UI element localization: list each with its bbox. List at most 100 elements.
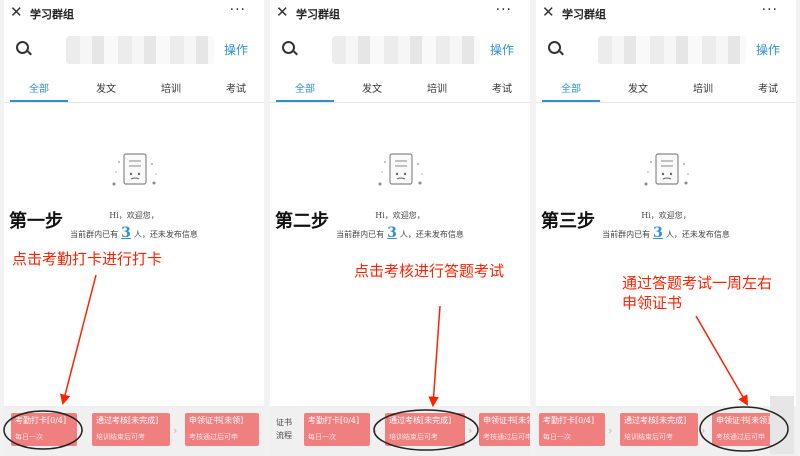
close-icon[interactable]: ✕ (10, 3, 23, 21)
status-prefix: 当前群内已有 (602, 230, 651, 239)
screen-panel-step-1: ✕ 学习群组 ··· 操作 全部 发文 培训 考试 第一步 Hi，欢迎您， 当前… (4, 0, 264, 456)
member-count: 3 (387, 225, 397, 241)
attendance-card[interactable]: 考勤打卡[0/4] 每日一次 (304, 413, 370, 446)
active-tab-indicator (276, 100, 334, 102)
annotation-text: 点击考勤打卡进行打卡 (12, 250, 163, 268)
search-row: 操作 (536, 28, 796, 70)
search-row: 操作 (270, 28, 530, 70)
attendance-card[interactable]: 考勤打卡[0/4] 每日一次 (11, 413, 77, 446)
exam-card[interactable]: 通过考核[未完成] 培训结束后可考 (620, 413, 698, 446)
attendance-card[interactable]: 考勤打卡[0/4] 每日一次 (539, 413, 605, 446)
title-bar: ✕ 学习群组 ··· (270, 0, 530, 28)
action-button[interactable]: 操作 (224, 41, 248, 58)
tab-training[interactable]: 培训 (427, 80, 447, 95)
card-title: 申领证书[未领] (716, 416, 771, 425)
tab-training[interactable]: 培训 (693, 80, 713, 95)
member-status: 当前群内已有 3 人，还未发布信息 (4, 225, 264, 241)
member-status: 当前群内已有 3 人，还未发布信息 (536, 225, 796, 241)
tab-articles[interactable]: 发文 (362, 80, 382, 95)
tab-all[interactable]: 全部 (29, 80, 49, 95)
search-icon[interactable] (548, 41, 561, 54)
more-icon[interactable]: ··· (230, 2, 246, 18)
card-subtitle: 每日一次 (543, 433, 571, 441)
certificate-card[interactable]: 申领证书[未领] 考核通过后可申 (712, 413, 778, 446)
active-tab-indicator (10, 100, 68, 102)
more-icon[interactable]: ··· (496, 2, 512, 18)
annotation-text: 通过答题考试一周左右申领证书 (622, 274, 773, 312)
card-subtitle: 培训结束后可考 (96, 433, 145, 441)
status-suffix: 人，还未发布信息 (399, 230, 464, 239)
tab-exam[interactable]: 考试 (492, 80, 512, 95)
more-icon[interactable]: ··· (762, 2, 778, 18)
tab-articles[interactable]: 发文 (628, 80, 648, 95)
welcome-text: Hi，欢迎您， (375, 211, 425, 220)
redacted-group-name (66, 36, 214, 64)
tab-all[interactable]: 全部 (295, 80, 315, 95)
member-status: 当前群内已有 3 人，还未发布信息 (270, 225, 530, 241)
scrollbar[interactable] (770, 396, 794, 454)
tab-training[interactable]: 培训 (161, 80, 181, 95)
screen-panel-step-2: ✕ 学习群组 ··· 操作 全部 发文 培训 考试 第二步 Hi，欢迎您， 当前… (270, 0, 530, 456)
chevron-right-icon: › (373, 424, 378, 437)
card-subtitle: 每日一次 (308, 433, 336, 441)
certificate-flow-bar: 证书流程 考勤打卡[0/4] 每日一次 › 通过考核[未完成] 培训结束后可考 … (270, 406, 530, 456)
certificate-card[interactable]: 申领证书[未领] 考核通过后可申 (479, 413, 530, 446)
window-title: 学习群组 (30, 8, 74, 21)
card-subtitle: 考核通过后可申 (716, 433, 765, 441)
tab-articles[interactable]: 发文 (96, 80, 116, 95)
card-subtitle: 考核通过后可申 (483, 433, 530, 441)
close-icon[interactable]: ✕ (276, 3, 289, 21)
card-title: 通过考核[未完成] (96, 416, 159, 425)
card-subtitle: 培训结束后可考 (624, 433, 673, 441)
empty-document-icon (378, 153, 423, 186)
status-prefix: 当前群内已有 (336, 230, 385, 239)
exam-card[interactable]: 通过考核[未完成] 培训结束后可考 (385, 413, 465, 446)
empty-document-icon (644, 153, 689, 186)
tab-bar: 全部 发文 培训 考试 (270, 72, 530, 103)
redacted-group-name (332, 36, 480, 64)
annotation-text: 点击考核进行答题考试 (354, 262, 505, 280)
window-title: 学习群组 (562, 8, 606, 21)
certificate-flow-label: 证书流程 (276, 418, 292, 440)
tab-bar: 全部 发文 培训 考试 (536, 72, 796, 103)
title-bar: ✕ 学习群组 ··· (4, 0, 264, 28)
card-title: 考勤打卡[0/4] (308, 416, 360, 425)
certificate-flow-bar: 考勤打卡[0/4] 每日一次 › 通过考核[未完成] 培训结束后可考 › 申领证… (4, 406, 264, 456)
title-bar: ✕ 学习群组 ··· (536, 0, 796, 28)
tab-bar: 全部 发文 培训 考试 (4, 72, 264, 103)
search-icon[interactable] (16, 41, 29, 54)
action-button[interactable]: 操作 (490, 41, 514, 58)
tab-all[interactable]: 全部 (561, 80, 581, 95)
welcome-text: Hi，欢迎您， (109, 211, 159, 220)
screen-panel-step-3: ✕ 学习群组 ··· 操作 全部 发文 培训 考试 第三步 Hi，欢迎您， 当前… (536, 0, 796, 456)
chevron-right-icon: › (80, 424, 85, 437)
card-title: 考勤打卡[0/4] (15, 416, 67, 425)
close-icon[interactable]: ✕ (542, 3, 555, 21)
status-suffix: 人，还未发布信息 (665, 230, 730, 239)
action-button[interactable]: 操作 (756, 41, 780, 58)
redacted-group-name (598, 36, 746, 64)
chevron-right-icon: › (608, 424, 613, 437)
card-title: 申领证书[未领] (483, 416, 530, 425)
status-prefix: 当前群内已有 (70, 230, 119, 239)
chevron-right-icon: › (701, 424, 706, 437)
certificate-card[interactable]: 申领证书[未领] 考核通过后可申 (185, 413, 259, 446)
welcome-text: Hi，欢迎您， (641, 211, 691, 220)
card-subtitle: 培训结束后可考 (389, 433, 438, 441)
member-count: 3 (121, 225, 131, 241)
status-suffix: 人，还未发布信息 (133, 230, 198, 239)
search-row: 操作 (4, 28, 264, 70)
tab-exam[interactable]: 考试 (758, 80, 778, 95)
certificate-flow-bar: 考勤打卡[0/4] 每日一次 › 通过考核[未完成] 培训结束后可考 › 申领证… (536, 406, 796, 456)
empty-document-icon (112, 153, 157, 186)
active-tab-indicator (542, 100, 600, 102)
tab-exam[interactable]: 考试 (226, 80, 246, 95)
window-title: 学习群组 (296, 8, 340, 21)
card-subtitle: 考核通过后可申 (189, 433, 238, 441)
search-icon[interactable] (282, 41, 295, 54)
exam-card[interactable]: 通过考核[未完成] 培训结束后可考 (92, 413, 170, 446)
card-title: 通过考核[未完成] (624, 416, 687, 425)
card-subtitle: 每日一次 (15, 433, 43, 441)
card-title: 通过考核[未完成] (389, 416, 452, 425)
card-title: 考勤打卡[0/4] (543, 416, 595, 425)
